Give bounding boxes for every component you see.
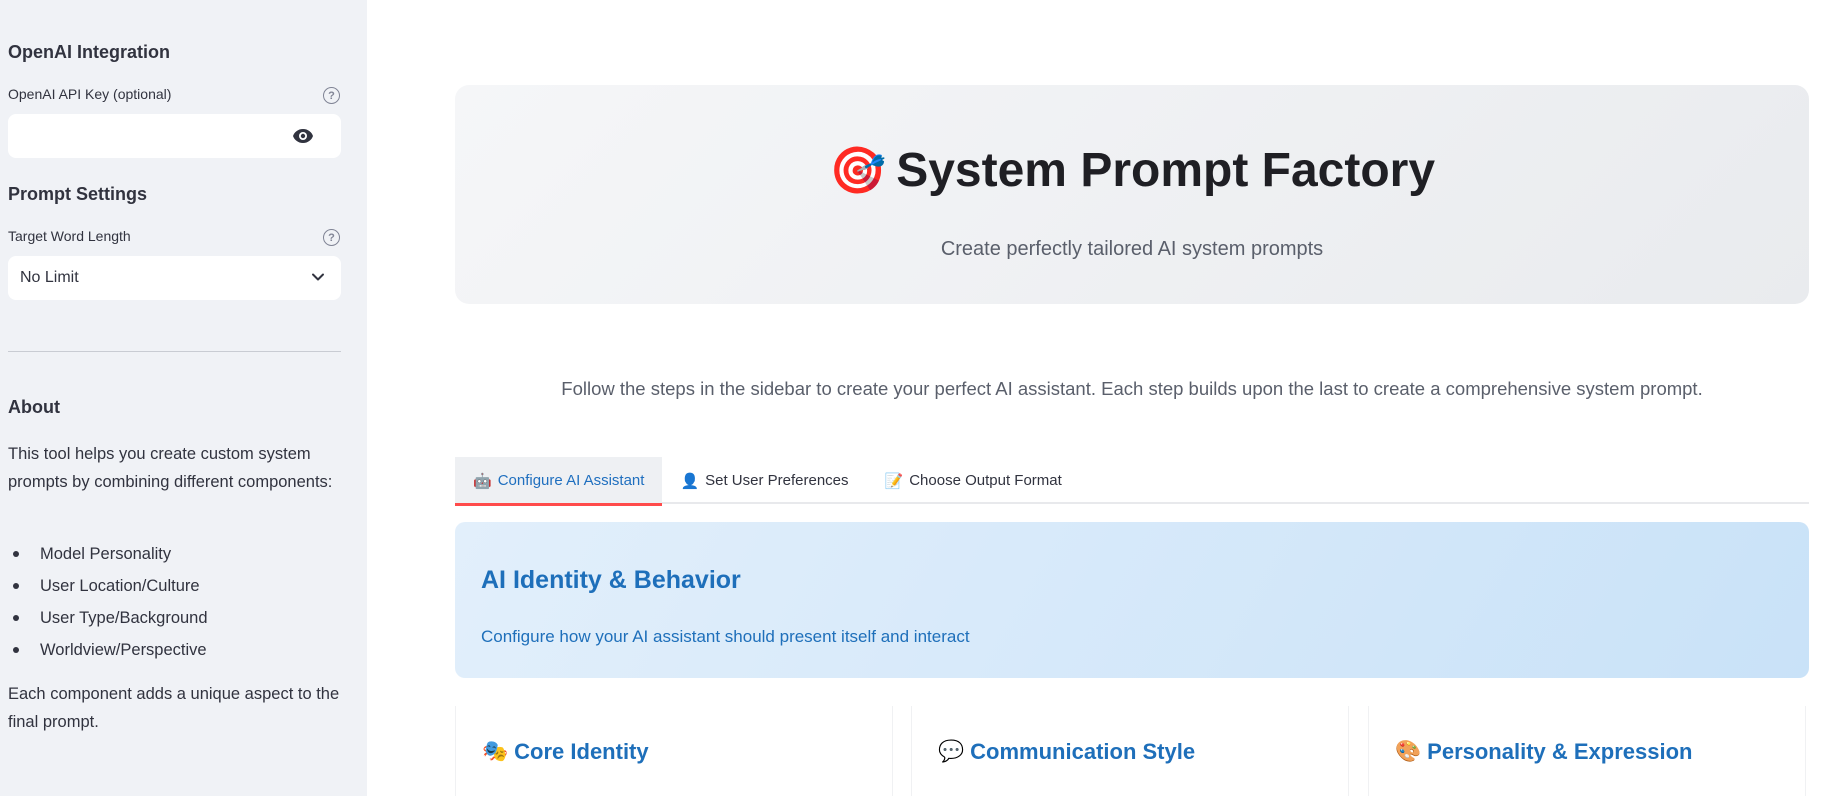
prompt-settings-heading: Prompt Settings: [8, 184, 148, 204]
palette-icon: 🎨: [1395, 740, 1422, 763]
section-description: Configure how your AI assistant should p…: [481, 627, 970, 646]
tab-label: Choose Output Format: [909, 472, 1062, 489]
robot-icon: 🤖: [473, 472, 492, 490]
about-text: This tool helps you create custom system…: [8, 445, 333, 491]
list-item: User Location/Culture: [8, 570, 348, 602]
help-icon[interactable]: ?: [323, 229, 340, 246]
eye-icon[interactable]: [291, 124, 315, 148]
tab-bar: 🤖 Configure AI Assistant 👤 Set User Pref…: [455, 457, 1809, 506]
hero-banner: 🎯 System Prompt Factory Create perfectly …: [455, 85, 1809, 304]
tab-choose-output-format[interactable]: 📝 Choose Output Format: [867, 457, 1080, 504]
tab-label: Configure AI Assistant: [497, 472, 645, 489]
about-footer: Each component adds a unique aspect to t…: [8, 685, 340, 731]
tab-label: Set User Preferences: [705, 472, 849, 489]
list-item: Worldview/Perspective: [8, 634, 348, 666]
column-personality-expression: 🎨 Personality & Expression: [1368, 706, 1806, 796]
user-icon: 👤: [680, 472, 700, 490]
column-title-text: Core Identity: [514, 739, 649, 764]
column-communication-style: 💬 Communication Style: [911, 706, 1349, 796]
tab-configure-ai-assistant[interactable]: 🤖 Configure AI Assistant: [455, 457, 663, 506]
word-length-label: Target Word Length: [8, 228, 131, 244]
target-icon: 🎯: [828, 144, 887, 196]
components-list: Model Personality User Location/Culture …: [8, 538, 348, 666]
openai-integration-heading: OpenAI Integration: [8, 42, 170, 62]
column-title-text: Personality & Expression: [1427, 739, 1693, 764]
help-icon[interactable]: ?: [323, 87, 340, 104]
about-heading: About: [8, 397, 60, 417]
api-key-label: OpenAI API Key (optional): [8, 86, 172, 102]
list-item: User Type/Background: [8, 602, 348, 634]
column-title: 🎭 Core Identity: [482, 739, 649, 765]
page-title: 🎯 System Prompt Factory: [455, 143, 1809, 198]
column-title: 💬 Communication Style: [938, 739, 1195, 765]
theater-masks-icon: 🎭: [482, 740, 509, 763]
column-title: 🎨 Personality & Expression: [1395, 739, 1692, 765]
intro-text: Follow the steps in the sidebar to creat…: [561, 378, 1703, 399]
column-core-identity: 🎭 Core Identity: [455, 706, 893, 796]
section-title: AI Identity & Behavior: [481, 566, 741, 594]
section-header-card: AI Identity & Behavior Configure how you…: [455, 522, 1809, 678]
word-length-select[interactable]: No Limit: [8, 256, 341, 300]
tab-set-user-preferences[interactable]: 👤 Set User Preferences: [662, 457, 866, 504]
page-title-text: System Prompt Factory: [896, 144, 1436, 197]
sidebar: OpenAI Integration OpenAI API Key (optio…: [0, 0, 367, 796]
column-title-text: Communication Style: [970, 739, 1196, 764]
page-subtitle: Create perfectly tailored AI system prom…: [940, 238, 1324, 260]
memo-icon: 📝: [884, 472, 904, 490]
word-length-value: No Limit: [20, 269, 79, 286]
list-item: Model Personality: [8, 538, 348, 570]
sidebar-divider: [8, 351, 341, 352]
chevron-down-icon: [312, 273, 324, 281]
speech-bubble-icon: 💬: [938, 740, 965, 763]
